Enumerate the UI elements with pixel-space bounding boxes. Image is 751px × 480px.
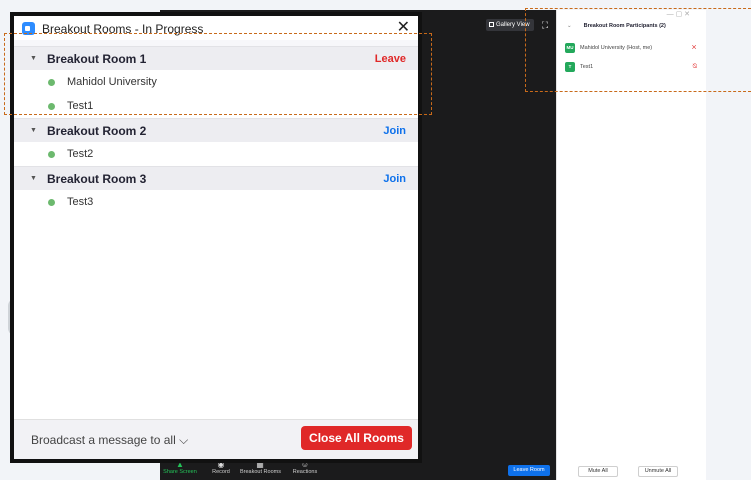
caret-down-icon[interactable]: ▼ bbox=[30, 127, 37, 134]
record-label: Record bbox=[212, 469, 230, 475]
room-list-empty-area bbox=[14, 214, 418, 424]
room-header-2[interactable]: ▼ Breakout Room 2 Join bbox=[14, 118, 418, 142]
online-status-icon bbox=[48, 199, 55, 206]
highlight-box-room1 bbox=[4, 33, 432, 115]
member-name: Test3 bbox=[67, 196, 94, 208]
room-header-3[interactable]: ▼ Breakout Room 3 Join bbox=[14, 166, 418, 190]
room-name: Breakout Room 3 bbox=[47, 172, 147, 186]
mute-all-button[interactable]: Mute All bbox=[578, 466, 618, 477]
member-name: Test2 bbox=[67, 148, 94, 160]
caret-down-icon[interactable]: ▼ bbox=[30, 175, 37, 182]
leave-room-button[interactable]: Leave Room bbox=[508, 465, 550, 476]
join-room-link[interactable]: Join bbox=[383, 125, 406, 137]
broadcast-dropdown[interactable]: Broadcast a message to all ⌵ bbox=[31, 433, 188, 448]
online-status-icon bbox=[48, 151, 55, 158]
dialog-footer: Broadcast a message to all ⌵ Close All R… bbox=[14, 419, 418, 459]
reactions-label: Reactions bbox=[292, 469, 318, 475]
room-name: Breakout Room 2 bbox=[47, 124, 147, 138]
highlight-box-participants bbox=[525, 8, 751, 92]
room-member: Test3 bbox=[14, 190, 418, 214]
share-screen-label: Share Screen bbox=[163, 469, 197, 475]
room-member: Test2 bbox=[14, 142, 418, 166]
breakout-rooms-label: Breakout Rooms bbox=[240, 469, 281, 475]
grid-icon bbox=[489, 22, 494, 27]
join-room-link[interactable]: Join bbox=[383, 173, 406, 185]
close-all-rooms-button[interactable]: Close All Rooms bbox=[301, 426, 412, 450]
unmute-all-button[interactable]: Unmute All bbox=[638, 466, 678, 477]
